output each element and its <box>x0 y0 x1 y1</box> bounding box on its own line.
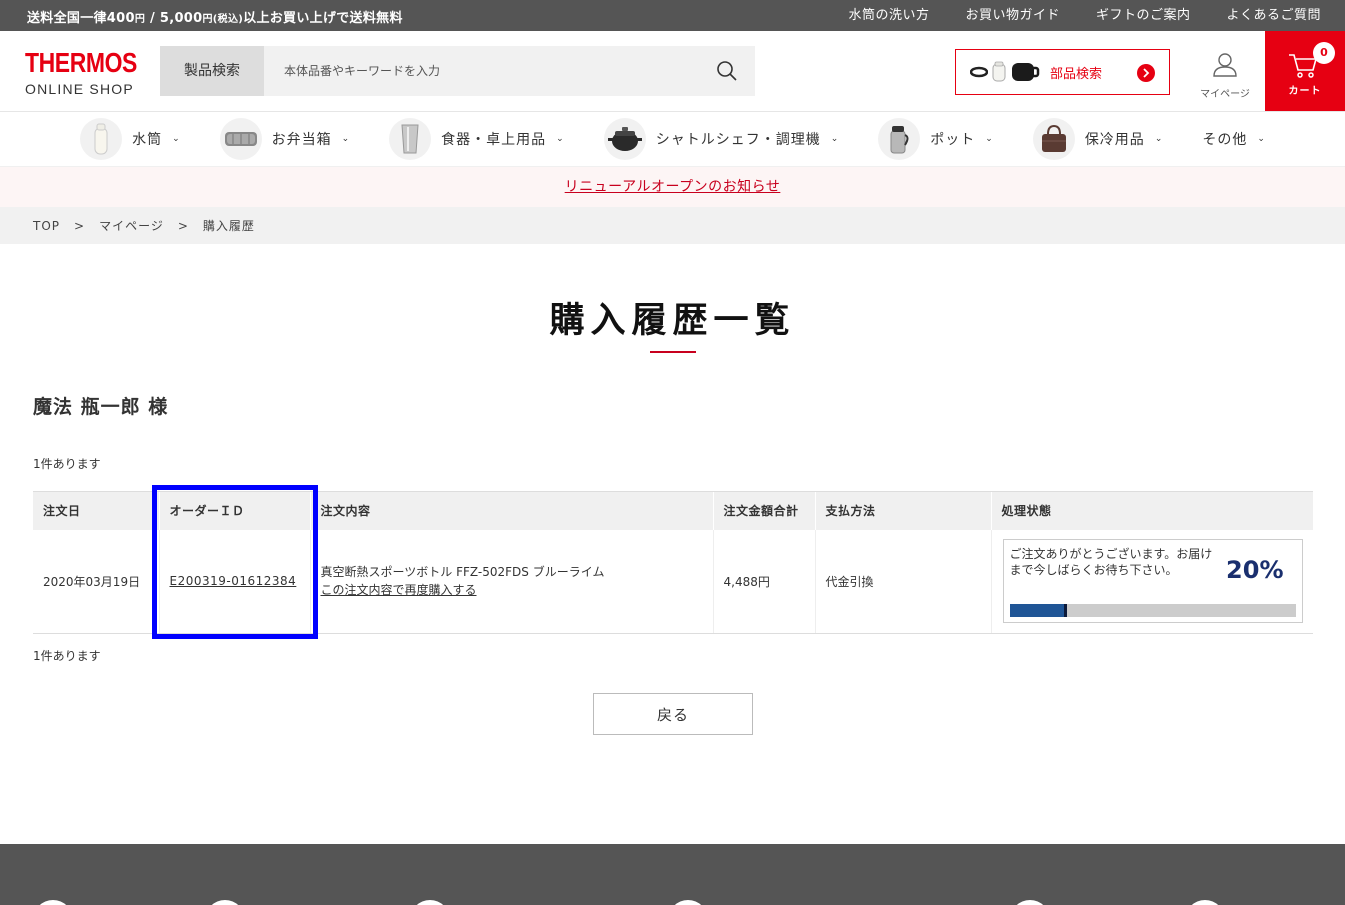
link-bottle-washing[interactable]: 水筒の洗い方 <box>848 0 929 31</box>
header-order-content: 注文内容 <box>309 491 713 530</box>
status-box: ご注文ありがとうございます。お届けまで今しばらくお待ち下さい。 20% <box>1002 539 1303 624</box>
pot-icon <box>603 118 646 160</box>
cup-icon <box>1012 63 1040 81</box>
breadcrumb-top[interactable]: TOP <box>33 219 60 233</box>
parts-thumbnails <box>970 61 1040 83</box>
breadcrumb-separator: > <box>177 218 189 233</box>
chevron-right-icon <box>1137 64 1155 82</box>
category-lunchbox[interactable]: お弁当箱 ⌄ <box>219 118 350 160</box>
category-other[interactable]: その他 ⌄ <box>1202 129 1265 149</box>
status-cell: ご注文ありがとうございます。お届けまで今しばらくお待ち下さい。 20% <box>990 529 1313 634</box>
bottle-icon <box>80 118 123 160</box>
cart-button[interactable]: 0 カート <box>1265 31 1345 111</box>
parts-search-label: 部品検索 <box>1050 66 1103 82</box>
chevron-down-icon: ⌄ <box>830 134 839 144</box>
order-history-table: 注文日 オーダーＩＤ 注文内容 注文金額合計 支払方法 処理状態 2020年03… <box>33 491 1313 634</box>
breadcrumb-mypage[interactable]: マイページ <box>99 217 164 234</box>
breadcrumb-separator: > <box>74 218 86 233</box>
chevron-down-icon: ⌄ <box>1257 134 1265 144</box>
search-button[interactable] <box>699 46 755 96</box>
renewal-banner: リニューアルオープンのお知らせ <box>0 167 1345 207</box>
link-shopping-guide[interactable]: お買い物ガイド <box>965 0 1060 31</box>
footer-icon <box>205 900 245 905</box>
link-faq[interactable]: よくあるご質問 <box>1226 0 1321 31</box>
header-order-total: 注文金額合計 <box>712 491 815 530</box>
cap-icon <box>992 61 1006 82</box>
footer-icon <box>1185 900 1225 905</box>
order-id-link[interactable]: E200319-01612384 <box>170 574 297 588</box>
order-id-cell: E200319-01612384 <box>158 529 310 634</box>
category-cooler[interactable]: 保冷用品 ⌄ <box>1032 118 1163 160</box>
status-message: ご注文ありがとうございます。お届けまで今しばらくお待ち下さい。 <box>1009 547 1213 578</box>
cart-count-badge: 0 <box>1313 42 1335 64</box>
site-logo[interactable]: THERMOS ONLINE SHOP <box>25 47 137 98</box>
category-nav: 水筒 ⌄ お弁当箱 ⌄ 食器・卓上用品 ⌄ シャトルシェフ・調理機 ⌄ ポット … <box>0 112 1345 167</box>
breadcrumb: TOP > マイページ > 購入履歴 <box>0 207 1345 244</box>
progress-bar <box>1009 604 1296 618</box>
category-tableware[interactable]: 食器・卓上用品 ⌄ <box>389 118 564 160</box>
search-label: 製品検索 <box>160 46 264 96</box>
header-status: 処理状態 <box>990 491 1313 530</box>
tumbler-icon <box>389 118 432 160</box>
site-header: THERMOS ONLINE SHOP 製品検索 部品検索 マイページ <box>0 31 1345 112</box>
category-pot[interactable]: ポット ⌄ <box>878 118 993 160</box>
order-date: 2020年03月19日 <box>33 529 159 634</box>
mypage-button[interactable]: マイページ <box>1192 51 1258 100</box>
header-payment-method: 支払方法 <box>814 491 991 530</box>
product-search: 製品検索 <box>160 46 755 96</box>
table-header-row: 注文日 オーダーＩＤ 注文内容 注文金額合計 支払方法 処理状態 <box>33 491 1313 530</box>
parts-search-button[interactable]: 部品検索 <box>955 49 1170 95</box>
header-order-id: オーダーＩＤ <box>158 491 310 530</box>
chevron-down-icon: ⌄ <box>172 134 180 144</box>
site-footer <box>0 844 1345 905</box>
category-shuttle-chef[interactable]: シャトルシェフ・調理機 ⌄ <box>603 118 839 160</box>
search-input[interactable] <box>264 46 699 96</box>
order-total: 4,488円 <box>712 529 815 634</box>
customer-name: 魔法 瓶一郎 様 <box>33 396 169 418</box>
table-row: 2020年03月19日 E200319-01612384 真空断熱スポーツボトル… <box>33 529 1313 634</box>
chevron-down-icon: ⌄ <box>341 134 350 144</box>
reorder-link[interactable]: この注文内容で再度購入する <box>321 583 477 597</box>
breadcrumb-current: 購入履歴 <box>202 219 255 233</box>
footer-icon <box>33 900 73 905</box>
search-icon <box>717 61 737 81</box>
result-count-bottom: 1件あります <box>33 649 101 663</box>
bag-icon <box>1032 118 1075 160</box>
gasket-icon <box>970 66 988 78</box>
logo-subtitle: ONLINE SHOP <box>25 81 134 97</box>
progress-percent: 20% <box>1226 556 1284 585</box>
order-content: 真空断熱スポーツボトル FFZ-502FDS ブルーライム この注文内容で再度購… <box>309 529 713 634</box>
user-icon <box>1213 53 1237 77</box>
footer-icon <box>668 900 708 905</box>
chevron-down-icon: ⌄ <box>1154 134 1163 144</box>
link-gift-info[interactable]: ギフトのご案内 <box>1096 0 1191 31</box>
footer-icon <box>1010 900 1050 905</box>
top-links: 水筒の洗い方 お買い物ガイド ギフトのご案内 よくあるご質問 <box>848 0 1345 31</box>
progress-bar-fill <box>1009 604 1067 618</box>
mypage-label: マイページ <box>1200 89 1250 100</box>
chevron-down-icon: ⌄ <box>556 134 564 144</box>
lunchbox-icon <box>219 118 262 160</box>
result-count-top: 1件あります <box>33 457 101 471</box>
footer-icon <box>410 900 450 905</box>
payment-method: 代金引換 <box>814 529 991 634</box>
top-bar: 送料全国一律400円 / 5,000円(税込)以上お買い上げで送料無料 水筒の洗… <box>0 0 1345 31</box>
page-title: 購入履歴一覧 <box>549 301 796 341</box>
product-name: 真空断熱スポーツボトル FFZ-502FDS ブルーライム <box>320 565 605 580</box>
chevron-down-icon: ⌄ <box>985 134 993 144</box>
logo-brand: THERMOS <box>25 47 137 78</box>
carafe-icon <box>878 118 921 160</box>
shipping-notice: 送料全国一律400円 / 5,000円(税込)以上お買い上げで送料無料 <box>27 11 403 26</box>
category-bottle[interactable]: 水筒 ⌄ <box>80 118 180 160</box>
cart-label: カート <box>1288 86 1322 97</box>
header-order-date: 注文日 <box>33 491 159 530</box>
renewal-notice-link[interactable]: リニューアルオープンのお知らせ <box>565 179 781 195</box>
back-button[interactable]: 戻る <box>593 693 753 735</box>
title-underline <box>650 351 696 353</box>
